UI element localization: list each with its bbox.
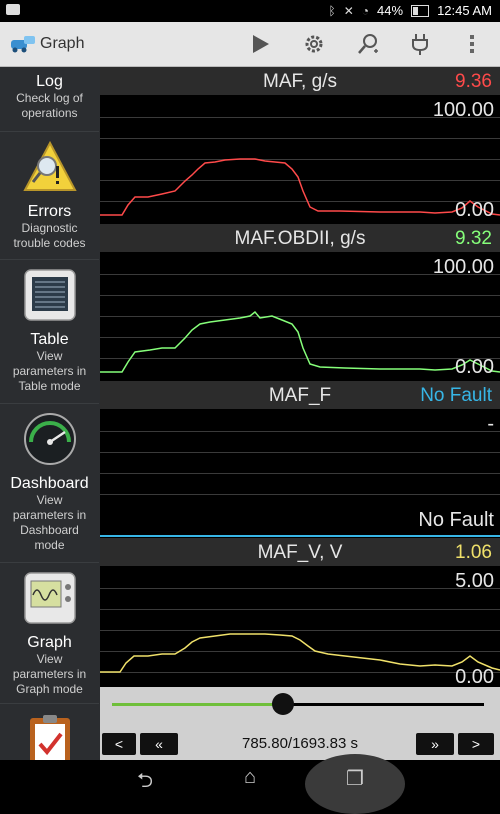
graph-panel-maf-f[interactable]: MAF_F No Fault - No Fault (100, 381, 500, 537)
panel-header: MAF_V, V 1.06 (100, 538, 500, 566)
maf-v-trace (100, 633, 500, 673)
parameter-value: No Fault (420, 385, 492, 406)
parameter-name: MAF, g/s (263, 71, 337, 92)
sidebar-item-desc: View parameters in Table mode (12, 349, 87, 393)
axis-min-label: 0.00 (455, 666, 494, 688)
sidebar: Log Check log of operations Errors Diagn… (0, 67, 100, 760)
axis-min-label: 0.00 (455, 356, 494, 378)
sidebar-item-title: Dashboard (10, 475, 89, 492)
zoom-button[interactable] (354, 30, 382, 58)
axis-min-label: 0.00 (455, 199, 494, 221)
time-slider-thumb[interactable] (272, 693, 295, 715)
status-bar: ᛒ ✕ ◔ 44% 12:45 AM (0, 0, 500, 22)
play-button[interactable] (246, 30, 274, 58)
recent-apps-icon[interactable]: ❐ (335, 766, 375, 791)
clock: 12:45 AM (437, 3, 492, 18)
playback-controls: < « 785.80/1693.83 s » > (100, 687, 500, 760)
sidebar-item-desc: Diagnostic trouble codes (13, 221, 86, 250)
step-forward-button[interactable]: > (458, 733, 494, 755)
maf-obdii-trace (100, 310, 500, 373)
wifi-icon: ◔ (361, 3, 370, 18)
action-bar: Graph (0, 22, 500, 67)
panel-header: MAF.OBDII, g/s 9.32 (100, 224, 500, 252)
maf-trace (100, 158, 500, 216)
axis-max-label: - (487, 413, 494, 435)
oscilloscope-icon (23, 572, 76, 624)
parameter-value: 1.06 (455, 542, 492, 563)
parameter-value: 9.32 (455, 228, 492, 249)
plug-icon (412, 34, 428, 55)
sidebar-item-title: Errors (27, 203, 72, 220)
sidebar-item-desc: View parameters in Dashboard mode (12, 493, 87, 552)
grid-line (100, 452, 500, 453)
car-graph-app-icon[interactable] (10, 34, 36, 54)
sidebar-item-dashboard[interactable]: Dashboard View parameters in Dashboard m… (0, 404, 99, 563)
panel-header: MAF_F No Fault (100, 381, 500, 409)
back-icon[interactable]: ⮌ (125, 766, 165, 800)
sidebar-item-title: Graph (27, 634, 72, 651)
parameter-value: 9.36 (455, 71, 492, 92)
grid-line (100, 431, 500, 432)
parameter-name: MAF.OBDII, g/s (234, 228, 366, 249)
play-icon (253, 35, 269, 53)
notification-image-icon (6, 4, 20, 15)
settings-button[interactable] (300, 30, 328, 58)
sidebar-item-desc: Check log of operations (16, 91, 83, 120)
grid-line (100, 473, 500, 474)
connect-button[interactable] (406, 30, 434, 58)
gear-icon (305, 35, 323, 53)
gauge-icon (23, 413, 76, 465)
mute-icon: ✕ (343, 3, 354, 18)
time-slider-fill (112, 703, 284, 706)
parameter-name: MAF_V, V (257, 542, 343, 563)
graph-panel-maf-obdii[interactable]: MAF.OBDII, g/s 9.32 100.00 0.00 (100, 224, 500, 380)
overflow-menu-button[interactable] (458, 30, 486, 58)
bluetooth-icon: ᛒ (328, 3, 336, 18)
app-title: Graph (40, 35, 85, 52)
sidebar-item-graph[interactable]: Graph View parameters in Graph mode (0, 563, 99, 704)
home-icon[interactable]: ⌂ (230, 766, 270, 789)
sidebar-item-table[interactable]: Table View parameters in Table mode (0, 260, 99, 404)
grid-line (100, 494, 500, 495)
fault-baseline (100, 535, 500, 537)
sidebar-item-report[interactable] (0, 704, 99, 760)
graph-panel-maf[interactable]: MAF, g/s 9.36 100.00 0.00 (100, 67, 500, 223)
fast-forward-button[interactable]: » (416, 733, 454, 755)
axis-min-label: No Fault (418, 509, 494, 531)
sidebar-item-title: Table (30, 331, 69, 348)
sidebar-item-desc: View parameters in Graph mode (12, 652, 87, 696)
clipboard-check-icon (29, 715, 70, 760)
system-nav-bar: ⮌ ⌂ ❐ (0, 754, 500, 814)
sidebar-item-log[interactable]: Log Check log of operations (0, 67, 99, 132)
battery-percent: 44% (377, 3, 404, 18)
more-vert-icon (470, 35, 474, 53)
sidebar-item-errors[interactable]: Errors Diagnostic trouble codes (0, 132, 99, 260)
table-device-icon (23, 269, 76, 321)
graph-area: MAF, g/s 9.36 100.00 0.00 MAF.OBDII, g/s… (100, 67, 500, 688)
panel-header: MAF, g/s 9.36 (100, 67, 500, 95)
magnifier-plus-icon (358, 34, 378, 54)
sidebar-item-title: Log (36, 73, 63, 90)
graph-panel-maf-v[interactable]: MAF_V, V 1.06 5.00 0.00 (100, 538, 500, 688)
battery-icon (411, 4, 430, 17)
warning-magnifier-icon (22, 140, 77, 191)
